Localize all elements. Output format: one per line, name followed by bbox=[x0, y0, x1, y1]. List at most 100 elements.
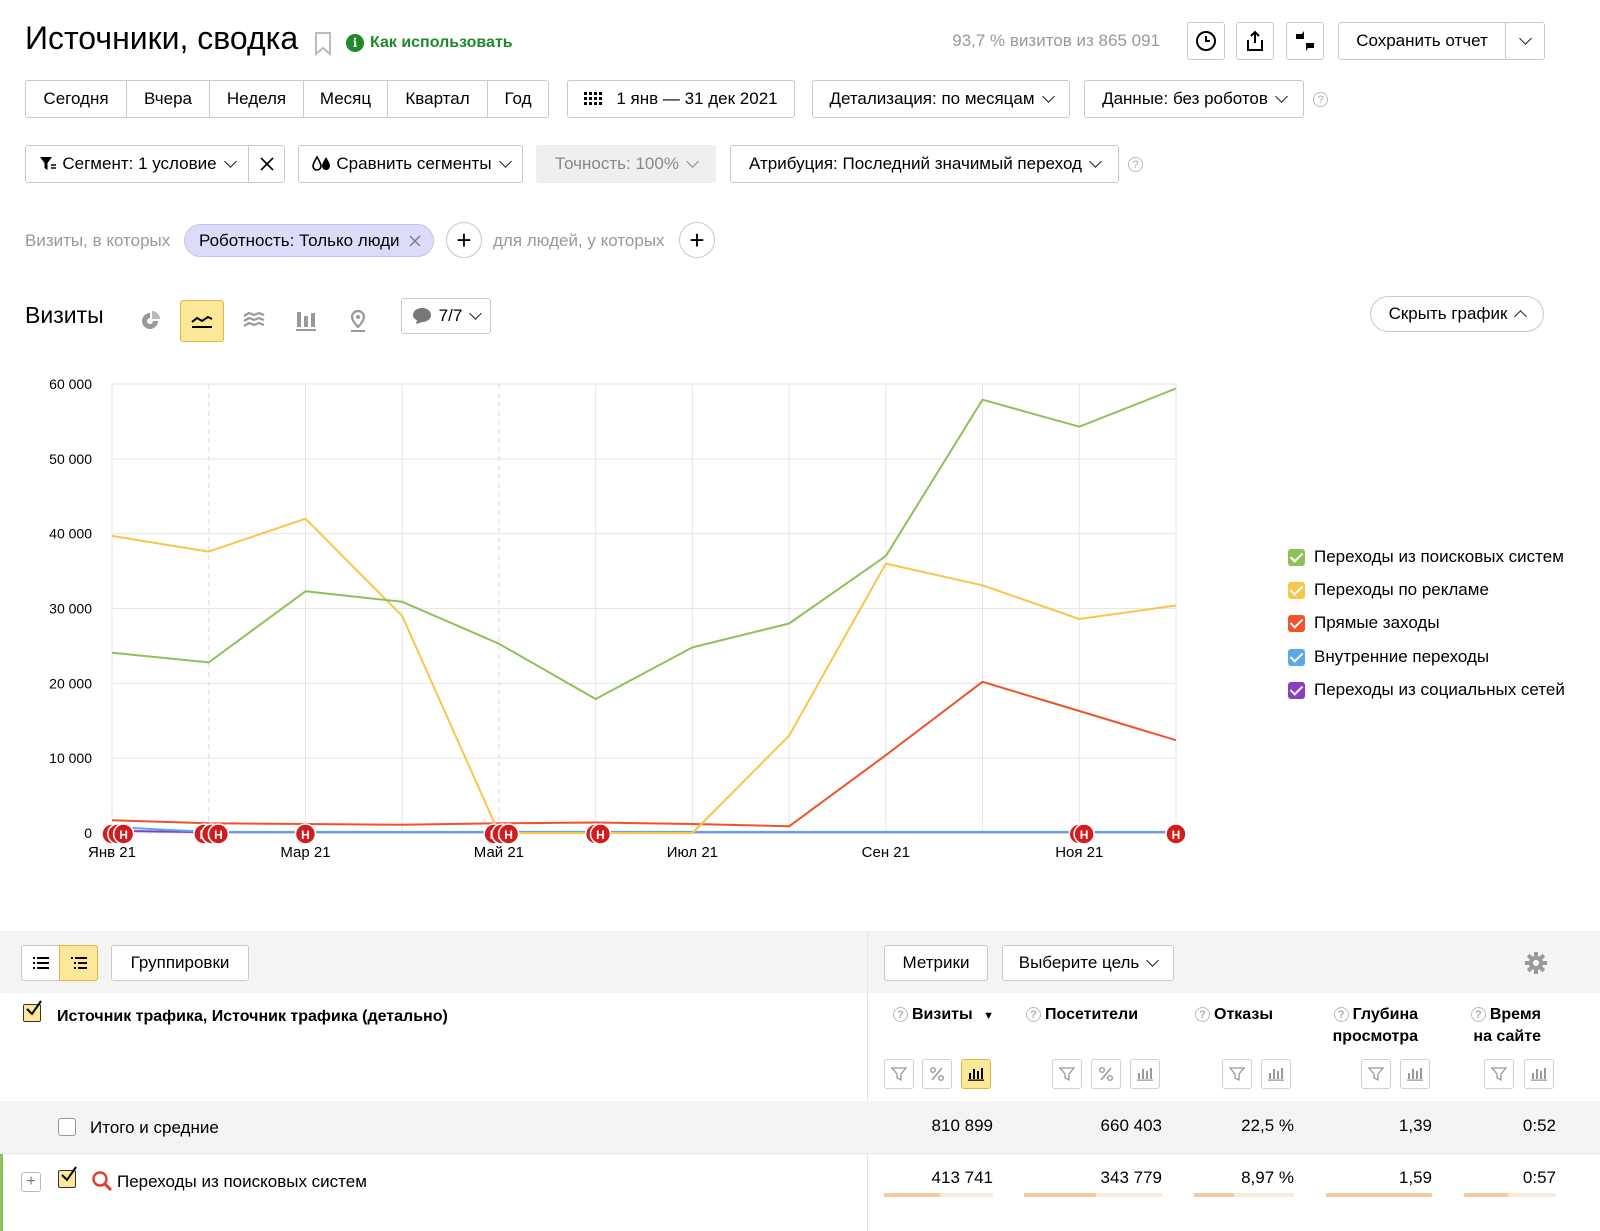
attribution-select[interactable]: Атрибуция: Последний значимый переход bbox=[730, 145, 1119, 183]
help-icon[interactable]: ? bbox=[893, 1007, 908, 1023]
bar-chart-icon[interactable] bbox=[1130, 1059, 1160, 1089]
bar-chart-icon[interactable] bbox=[1400, 1059, 1430, 1089]
column-bounces-header[interactable]: ? Отказы bbox=[1195, 1004, 1295, 1026]
annotation-marker[interactable]: Н bbox=[497, 823, 520, 845]
column-visitors-header[interactable]: ? Посетители bbox=[1026, 1004, 1166, 1026]
line-chart-button[interactable] bbox=[180, 300, 224, 342]
groupings-button[interactable]: Группировки bbox=[111, 945, 249, 981]
filter-icon[interactable] bbox=[1052, 1059, 1082, 1089]
annotation-marker[interactable]: Н bbox=[1165, 823, 1187, 845]
legend-item-direct[interactable]: Прямые заходы bbox=[1288, 611, 1440, 635]
clock-icon bbox=[1196, 31, 1216, 51]
dimension-header-checkbox[interactable] bbox=[23, 1000, 42, 1022]
goal-select[interactable]: Выберите цель bbox=[1002, 945, 1174, 981]
bookmark-icon[interactable] bbox=[314, 32, 332, 61]
legend-item-search[interactable]: Переходы из поисковых систем bbox=[1288, 545, 1564, 569]
settings-gear-icon[interactable] bbox=[1524, 951, 1548, 980]
data-filter-select[interactable]: Данные: без роботов bbox=[1084, 80, 1304, 118]
save-report-button[interactable]: Сохранить отчет bbox=[1338, 22, 1506, 60]
dimension-header[interactable]: Источник трафика, Источник трафика (дета… bbox=[57, 1008, 448, 1026]
period-yesterday[interactable]: Вчера bbox=[126, 80, 210, 118]
close-icon[interactable] bbox=[409, 235, 421, 247]
legend-label: Прямые заходы bbox=[1314, 613, 1440, 632]
annotation-marker[interactable]: Н bbox=[207, 823, 230, 845]
area-chart-button[interactable] bbox=[232, 300, 276, 342]
period-week[interactable]: Неделя bbox=[209, 80, 304, 118]
segment-clear-button[interactable] bbox=[248, 145, 285, 183]
help-icon[interactable]: ? bbox=[1128, 157, 1143, 172]
tree-list-icon bbox=[70, 957, 87, 969]
period-year[interactable]: Год bbox=[487, 80, 549, 118]
period-quarter[interactable]: Квартал bbox=[387, 80, 488, 118]
history-button[interactable] bbox=[1187, 22, 1225, 60]
row-label[interactable]: Переходы из поисковых систем bbox=[117, 1172, 367, 1192]
add-visit-condition-button[interactable]: + bbox=[446, 222, 482, 258]
chevron-up-icon bbox=[1514, 309, 1528, 323]
percent-icon[interactable] bbox=[1091, 1059, 1121, 1089]
annotations-count: 7/7 bbox=[438, 306, 463, 325]
feedback-button[interactable] bbox=[1286, 22, 1324, 60]
list-view-button[interactable] bbox=[21, 945, 60, 981]
detail-select[interactable]: Детализация: по месяцам bbox=[812, 80, 1070, 118]
y-tick-label: 20 000 bbox=[49, 675, 92, 691]
calendar-icon bbox=[584, 92, 603, 105]
annotation-marker[interactable]: Н bbox=[294, 823, 317, 845]
annotation-marker[interactable]: Н bbox=[589, 823, 612, 845]
x-tick-label: Ноя 21 bbox=[1055, 844, 1103, 861]
column-depth-header[interactable]: ? Глубина просмотра bbox=[1318, 1004, 1418, 1048]
legend-item-internal[interactable]: Внутренние переходы bbox=[1288, 645, 1489, 669]
hide-chart-button[interactable]: Скрыть график bbox=[1370, 296, 1544, 332]
period-month[interactable]: Месяц bbox=[303, 80, 388, 118]
column-visits-header[interactable]: ? Визиты ▼ bbox=[893, 1004, 1003, 1027]
export-button[interactable] bbox=[1236, 22, 1274, 60]
filter-icon[interactable] bbox=[1361, 1059, 1391, 1089]
filter-icon[interactable] bbox=[1222, 1059, 1252, 1089]
totals-checkbox[interactable] bbox=[58, 1118, 76, 1136]
filter-icon[interactable] bbox=[1484, 1059, 1514, 1089]
goal-label: Выберите цель bbox=[1018, 953, 1140, 972]
legend-label: Переходы по рекламе bbox=[1314, 580, 1489, 599]
annotation-marker[interactable]: Н bbox=[112, 823, 135, 845]
filter-icon bbox=[40, 157, 57, 170]
add-people-condition-button[interactable]: + bbox=[679, 222, 715, 258]
annotation-marker-label: Н bbox=[1172, 828, 1181, 842]
chevron-down-icon bbox=[1041, 90, 1055, 103]
compare-segments-button[interactable]: Сравнить сегменты bbox=[298, 145, 523, 183]
help-icon[interactable]: ? bbox=[1470, 1007, 1486, 1023]
bar-chart-button[interactable] bbox=[284, 300, 328, 342]
save-report-dropdown[interactable] bbox=[1505, 22, 1545, 60]
help-icon[interactable]: ? bbox=[1026, 1007, 1041, 1023]
y-tick-label: 0 bbox=[84, 825, 92, 841]
tree-view-button[interactable] bbox=[59, 945, 98, 981]
robotness-chip[interactable]: Роботность: Только люди bbox=[184, 224, 434, 257]
column-label: Посетители bbox=[1045, 1006, 1139, 1023]
annotation-marker[interactable]: Н bbox=[1073, 823, 1095, 845]
bar-chart-icon[interactable] bbox=[1524, 1059, 1554, 1089]
period-today[interactable]: Сегодня bbox=[25, 80, 127, 118]
percent-icon[interactable] bbox=[922, 1059, 952, 1089]
help-icon[interactable]: ? bbox=[1313, 92, 1328, 107]
annotations-button[interactable]: 7/7 bbox=[401, 298, 491, 334]
map-chart-button[interactable] bbox=[336, 300, 380, 342]
legend-item-ads[interactable]: Переходы по рекламе bbox=[1288, 578, 1489, 602]
row-visits: 413 741 bbox=[931, 1168, 993, 1187]
metrics-button[interactable]: Метрики bbox=[884, 945, 988, 981]
pie-chart-button[interactable] bbox=[128, 300, 172, 342]
help-icon[interactable]: ? bbox=[1195, 1007, 1210, 1023]
legend-item-social[interactable]: Переходы из социальных сетей bbox=[1288, 678, 1565, 702]
how-to-use-link[interactable]: i Как использовать bbox=[346, 34, 513, 52]
how-to-use-label: Как использовать bbox=[370, 34, 513, 51]
help-icon[interactable]: ? bbox=[1333, 1007, 1349, 1023]
column-time-header[interactable]: ? Время на сайте bbox=[1446, 1004, 1541, 1048]
segment-select[interactable]: Сегмент: 1 условие bbox=[25, 145, 249, 183]
hide-chart-label: Скрыть график bbox=[1388, 304, 1508, 323]
bar-chart-icon[interactable] bbox=[961, 1059, 991, 1089]
row-checkbox[interactable] bbox=[58, 1166, 77, 1188]
filter-icon[interactable] bbox=[884, 1059, 914, 1089]
date-range-picker[interactable]: 1 янв — 31 дек 2021 bbox=[567, 80, 795, 118]
bar-chart-icon[interactable] bbox=[1261, 1059, 1291, 1089]
row-bounces: 8,97 % bbox=[1241, 1168, 1294, 1187]
series-line bbox=[111, 680, 1177, 828]
checkbox-icon bbox=[1288, 614, 1305, 632]
expand-row-button[interactable]: + bbox=[21, 1172, 41, 1192]
